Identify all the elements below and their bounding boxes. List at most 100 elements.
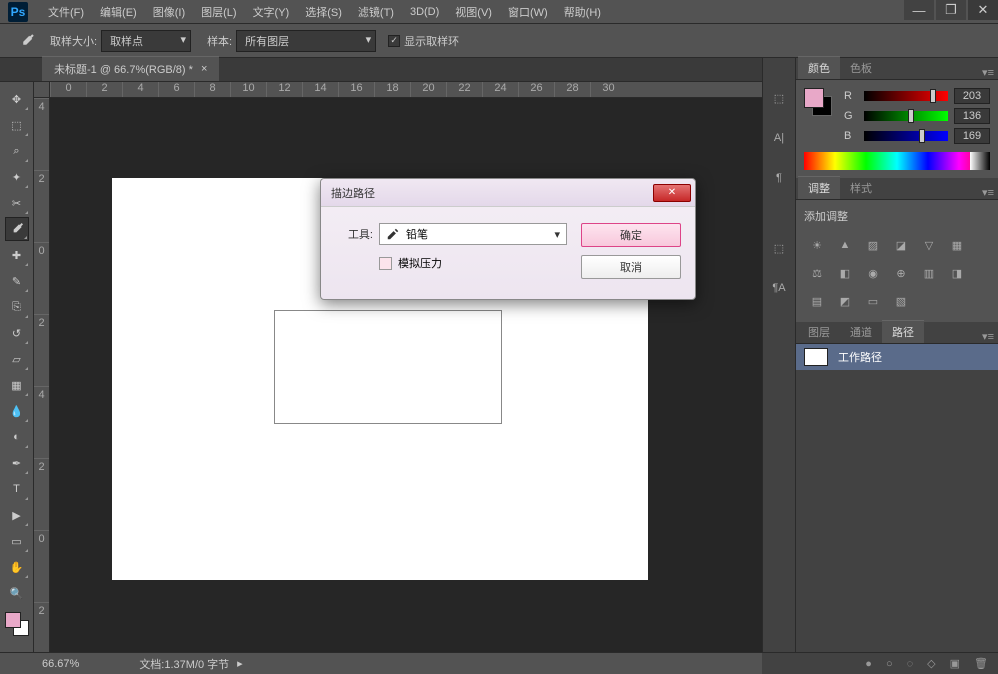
r-value[interactable]: 203 bbox=[954, 88, 990, 104]
paths-panel-menu-icon[interactable]: ▾≡ bbox=[982, 330, 994, 343]
tab-layers[interactable]: 图层 bbox=[798, 321, 840, 343]
tab-paths[interactable]: 路径 bbox=[882, 320, 924, 343]
lasso-tool[interactable]: ⌕ bbox=[5, 139, 29, 163]
tab-swatches[interactable]: 色板 bbox=[840, 57, 882, 79]
dialog-cancel-button[interactable]: 取消 bbox=[581, 255, 681, 279]
b-value[interactable]: 169 bbox=[954, 128, 990, 144]
menu-edit[interactable]: 编辑(E) bbox=[92, 4, 145, 20]
stroke-path-icon[interactable]: ○ bbox=[886, 658, 893, 670]
paragraph-panel-icon[interactable]: ¶ bbox=[769, 168, 789, 188]
brush-tool[interactable]: ✎ bbox=[5, 269, 29, 293]
color-swatch[interactable] bbox=[804, 88, 832, 116]
move-tool[interactable]: ✥ bbox=[5, 87, 29, 111]
sample-select[interactable]: 所有图层 bbox=[236, 30, 376, 52]
fill-path-icon[interactable]: ● bbox=[865, 658, 872, 670]
ruler-horizontal[interactable]: 024681012141618202224262830 bbox=[50, 82, 762, 98]
spectrum-picker[interactable] bbox=[804, 152, 990, 170]
wand-tool[interactable]: ✦ bbox=[5, 165, 29, 189]
character-styles-icon[interactable]: ⬚ bbox=[769, 238, 789, 258]
hue-icon[interactable]: ▦ bbox=[948, 236, 966, 254]
vibrance-icon[interactable]: ▽ bbox=[920, 236, 938, 254]
ruler-vertical[interactable]: 42024202 bbox=[34, 98, 50, 652]
selective-color-icon[interactable]: ▧ bbox=[892, 292, 910, 310]
paragraph-styles-icon[interactable]: ¶A bbox=[769, 278, 789, 298]
status-zoom[interactable]: 66.67% bbox=[42, 658, 79, 670]
dialog-titlebar[interactable]: 描边路径 ✕ bbox=[321, 179, 695, 207]
tab-styles[interactable]: 样式 bbox=[840, 177, 882, 199]
tab-adjustments[interactable]: 调整 bbox=[798, 176, 840, 199]
app-logo: Ps bbox=[8, 2, 28, 22]
window-restore-button[interactable]: ❐ bbox=[936, 0, 966, 20]
balance-icon[interactable]: ⚖ bbox=[808, 264, 826, 282]
simulate-pressure-checkbox[interactable] bbox=[379, 257, 392, 270]
color-swatch-tool[interactable] bbox=[5, 612, 29, 636]
r-slider[interactable] bbox=[864, 91, 948, 101]
g-value[interactable]: 136 bbox=[954, 108, 990, 124]
path-item[interactable]: 工作路径 bbox=[796, 344, 998, 370]
curves-icon[interactable]: ▨ bbox=[864, 236, 882, 254]
eraser-tool[interactable]: ▱ bbox=[5, 347, 29, 371]
pen-tool[interactable]: ✒ bbox=[5, 451, 29, 475]
b-slider[interactable] bbox=[864, 131, 948, 141]
bw-icon[interactable]: ◧ bbox=[836, 264, 854, 282]
zoom-tool[interactable]: 🔍 bbox=[5, 581, 29, 605]
canvas-area: 024681012141618202224262830 42024202 bbox=[34, 82, 762, 652]
history-brush-tool[interactable]: ↺ bbox=[5, 321, 29, 345]
exposure-icon[interactable]: ◪ bbox=[892, 236, 910, 254]
document-tab[interactable]: 未标题-1 @ 66.7%(RGB/8) * × bbox=[42, 56, 219, 81]
heal-tool[interactable]: ✚ bbox=[5, 243, 29, 267]
invert-icon[interactable]: ◨ bbox=[948, 264, 966, 282]
blur-tool[interactable]: 💧 bbox=[5, 399, 29, 423]
dialog-tool-select[interactable]: 铅笔 bbox=[379, 223, 567, 245]
hand-tool[interactable]: ✋ bbox=[5, 555, 29, 579]
dialog-ok-button[interactable]: 确定 bbox=[581, 223, 681, 247]
menu-view[interactable]: 视图(V) bbox=[447, 4, 500, 20]
tab-channels[interactable]: 通道 bbox=[840, 321, 882, 343]
dialog-close-button[interactable]: ✕ bbox=[653, 184, 691, 202]
dodge-tool[interactable]: ◐ bbox=[5, 425, 29, 449]
menu-file[interactable]: 文件(F) bbox=[40, 4, 92, 20]
menu-3d[interactable]: 3D(D) bbox=[402, 6, 447, 18]
window-minimize-button[interactable]: — bbox=[904, 0, 934, 20]
menu-help[interactable]: 帮助(H) bbox=[556, 4, 609, 20]
dialog-tool-label: 工具: bbox=[335, 226, 373, 242]
path-rectangle[interactable] bbox=[274, 310, 502, 424]
status-info-menu-icon[interactable]: ▸ bbox=[237, 657, 243, 670]
make-work-path-icon[interactable]: ◇ bbox=[927, 657, 935, 670]
sample-size-select[interactable]: 取样点 bbox=[101, 30, 191, 52]
gradient-tool[interactable]: ▦ bbox=[5, 373, 29, 397]
brightness-icon[interactable]: ☀ bbox=[808, 236, 826, 254]
adjust-panel-menu-icon[interactable]: ▾≡ bbox=[982, 186, 994, 199]
photo-filter-icon[interactable]: ◉ bbox=[864, 264, 882, 282]
type-tool[interactable]: T bbox=[5, 477, 29, 501]
eyedropper-tool[interactable] bbox=[5, 217, 29, 241]
threshold-icon[interactable]: ◩ bbox=[836, 292, 854, 310]
menu-select[interactable]: 选择(S) bbox=[297, 4, 350, 20]
path-select-tool[interactable]: ▶ bbox=[5, 503, 29, 527]
tab-color[interactable]: 颜色 bbox=[798, 56, 840, 79]
channel-mixer-icon[interactable]: ⊕ bbox=[892, 264, 910, 282]
path-to-selection-icon[interactable]: ◌ bbox=[907, 658, 914, 670]
menu-filter[interactable]: 滤镜(T) bbox=[350, 4, 402, 20]
new-path-icon[interactable]: ▣ bbox=[950, 657, 960, 670]
delete-path-icon[interactable]: 🗑 bbox=[974, 657, 988, 670]
window-close-button[interactable]: ✕ bbox=[968, 0, 998, 20]
menu-image[interactable]: 图像(I) bbox=[145, 4, 193, 20]
marquee-tool[interactable]: ⬚ bbox=[5, 113, 29, 137]
shape-tool[interactable]: ▭ bbox=[5, 529, 29, 553]
show-ring-checkbox[interactable]: ✓ bbox=[388, 35, 400, 47]
g-slider[interactable] bbox=[864, 111, 948, 121]
menu-layer[interactable]: 图层(L) bbox=[193, 4, 244, 20]
posterize-icon[interactable]: ▤ bbox=[808, 292, 826, 310]
gradient-map-icon[interactable]: ▭ bbox=[864, 292, 882, 310]
crop-tool[interactable]: ✂ bbox=[5, 191, 29, 215]
history-panel-icon[interactable]: ⬚ bbox=[769, 88, 789, 108]
levels-icon[interactable]: ▲ bbox=[836, 236, 854, 254]
document-tab-close[interactable]: × bbox=[201, 63, 207, 75]
menu-window[interactable]: 窗口(W) bbox=[500, 4, 556, 20]
menu-type[interactable]: 文字(Y) bbox=[245, 4, 298, 20]
stamp-tool[interactable]: ⎘ bbox=[5, 295, 29, 319]
color-panel-menu-icon[interactable]: ▾≡ bbox=[982, 66, 994, 79]
lookup-icon[interactable]: ▥ bbox=[920, 264, 938, 282]
character-panel-icon[interactable]: A| bbox=[769, 128, 789, 148]
